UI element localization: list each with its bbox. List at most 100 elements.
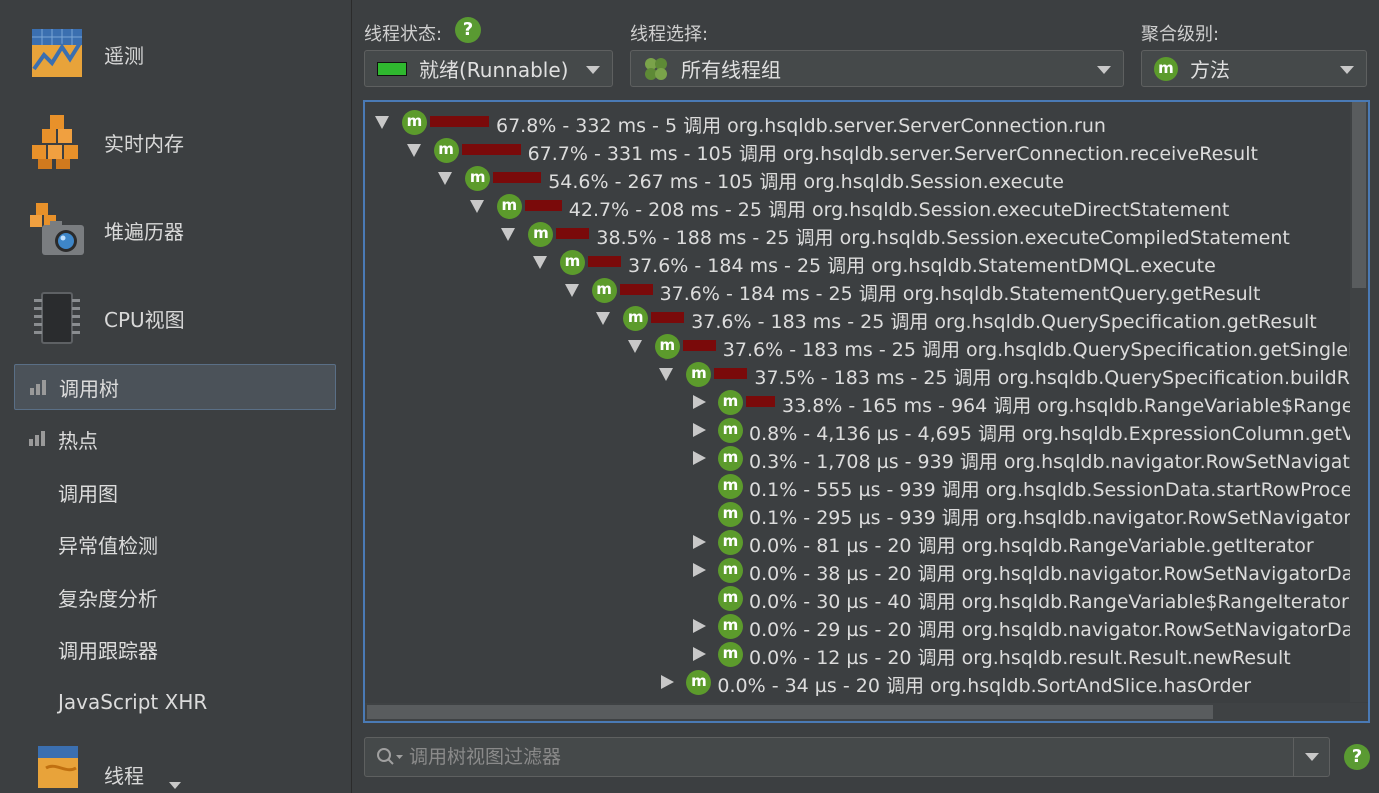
thread-state-value: 就绪(Runnable) [419,58,569,82]
expanded-toggle-icon[interactable] [596,312,611,325]
tree-row-label: 54.6% - 267 ms - 105 调用 org.hsqldb.Sessi… [548,171,1064,193]
collapsed-toggle-icon[interactable] [693,535,706,549]
tree-row-label: 0.0% - 29 µs - 20 调用 org.hsqldb.navigato… [749,619,1370,641]
expanded-toggle-icon[interactable] [438,172,453,185]
tree-row-label: 0.8% - 4,136 µs - 4,695 调用 org.hsqldb.Ex… [749,423,1370,445]
thread-selection-select[interactable]: 所有线程组 [630,50,1124,87]
percentage-bar [651,312,685,323]
tree-row[interactable]: m 37.5% - 183 ms - 25 调用 org.hsqldb.Query… [365,360,1368,389]
sidebar-item-call-tree[interactable]: 调用树 [14,364,336,410]
tree-row[interactable]: m 0.0% - 34 µs - 20 调用 org.hsqldb.SortAnd… [365,668,1368,697]
heap-walker-icon [30,203,84,255]
tree-row[interactable]: m 67.7% - 331 ms - 105 调用 org.hsqldb.serv… [365,136,1368,165]
vertical-scrollbar-thumb[interactable] [1352,102,1366,288]
method-icon: m [496,194,522,219]
search-icon[interactable] [375,747,405,767]
method-icon: m [528,222,554,247]
method-icon: m [654,334,680,359]
tree-row[interactable]: m 0.0% - 29 µs - 20 调用 org.hsqldb.navigat… [365,612,1370,641]
vertical-scrollbar[interactable] [1350,102,1368,702]
percentage-bar [714,368,748,379]
expanded-toggle-icon[interactable] [406,144,421,157]
tree-row[interactable]: m 37.6% - 183 ms - 25 调用 org.hsqldb.Query… [365,304,1368,333]
tree-row[interactable]: m 67.8% - 332 ms - 5 调用 org.hsqldb.server… [365,108,1368,137]
collapsed-toggle-icon[interactable] [693,563,706,577]
help-icon[interactable]: ? [455,17,481,43]
sidebar-item-cpu-views[interactable]: CPU视图 [0,278,352,358]
sidebar-item-label: 调用树 [59,376,119,401]
collapsed-toggle-icon[interactable] [693,647,706,661]
expanded-toggle-icon[interactable] [659,368,674,381]
tree-row[interactable]: m 0.0% - 30 µs - 40 调用 org.hsqldb.RangeVa… [365,584,1370,613]
tree-row[interactable]: m 0.8% - 4,136 µs - 4,695 调用 org.hsqldb.E… [365,416,1370,445]
aggregation-level-select[interactable]: m 方法 [1141,50,1367,87]
sidebar-item-outlier-detection[interactable]: 异常值检测 [14,521,336,567]
tree-row-label: 0.0% - 12 µs - 20 调用 org.hsqldb.result.R… [749,647,1291,669]
thread-selection-label: 线程选择: [630,24,709,45]
tree-row-label: 37.6% - 183 ms - 25 调用 org.hsqldb.QueryS… [722,339,1370,361]
sidebar-item-complexity-analysis[interactable]: 复杂度分析 [14,574,336,620]
filter-history-dropdown[interactable] [1293,738,1329,776]
tree-row-label: 38.5% - 188 ms - 25 调用 org.hsqldb.Sessio… [596,227,1290,249]
sidebar-item-label: 热点 [58,428,98,453]
expanded-toggle-icon[interactable] [501,228,516,241]
method-icon: m [623,306,649,331]
bar-chart-icon [29,431,45,446]
expanded-toggle-icon[interactable] [375,116,389,129]
tree-row-label: 0.3% - 1,708 µs - 939 调用 org.hsqldb.navi… [749,451,1370,473]
expanded-toggle-icon[interactable] [533,256,547,269]
sidebar-item-label: 堆遍历器 [104,219,184,244]
method-icon: m [718,586,743,611]
tree-row[interactable]: m 0.0% - 12 µs - 20 调用 org.hsqldb.result.… [365,640,1368,669]
tree-row[interactable]: m 37.6% - 184 ms - 25 调用 org.hsqldb.State… [365,248,1368,277]
method-icon: m [718,614,743,639]
tree-row-label: 37.6% - 183 ms - 25 调用 org.hsqldb.QueryS… [691,311,1317,333]
filter-help-icon[interactable]: ? [1344,744,1370,770]
sidebar: 遥测 实时内存 堆遍历器 CPU视图 调用树 热点 调用图 异常值检测 复杂度分… [0,0,352,793]
collapsed-toggle-icon[interactable] [693,395,706,409]
sidebar-item-javascript-xhr[interactable]: JavaScript XHR [14,679,336,725]
sidebar-item-call-graph[interactable]: 调用图 [14,469,336,515]
sidebar-item-label: 线程 [104,764,144,788]
sidebar-item-label: CPU视图 [104,307,185,332]
tree-row[interactable]: m 0.1% - 295 µs - 939 调用 org.hsqldb.navig… [365,500,1368,529]
horizontal-scrollbar[interactable] [365,703,1368,721]
percentage-bar [556,228,590,239]
tree-row[interactable]: m 33.8% - 165 ms - 964 调用 org.hsqldb.Rang… [365,388,1368,417]
chevron-down-icon [1305,753,1319,761]
tree-row[interactable]: m 54.6% - 267 ms - 105 调用 org.hsqldb.Sess… [365,164,1368,193]
call-tree[interactable]: m 67.8% - 332 ms - 5 调用 org.hsqldb.server… [363,100,1370,723]
collapsed-toggle-icon[interactable] [693,423,706,437]
sidebar-item-hot-spots[interactable]: 热点 [14,416,336,462]
thread-group-icon [645,57,667,80]
sidebar-scroll-down-icon[interactable] [169,782,181,789]
tree-row[interactable]: m 0.0% - 81 µs - 20 调用 org.hsqldb.RangeVa… [365,528,1368,557]
thread-state-select[interactable]: 就绪(Runnable) [364,50,613,87]
tree-row-label: 0.0% - 30 µs - 40 调用 org.hsqldb.RangeVar… [749,591,1370,613]
horizontal-scrollbar-thumb[interactable] [367,705,1213,719]
call-tree-filter-input[interactable] [409,742,1279,772]
tree-row[interactable]: m 37.6% - 184 ms - 25 调用 org.hsqldb.State… [365,276,1368,305]
method-icon: m [718,390,743,415]
collapsed-toggle-icon[interactable] [693,619,706,633]
collapsed-toggle-icon[interactable] [693,451,706,465]
method-icon: m [686,362,712,387]
sidebar-item-call-tracer[interactable]: 调用跟踪器 [14,626,336,672]
collapsed-toggle-icon[interactable] [661,675,675,689]
tree-row[interactable]: m 38.5% - 188 ms - 25 调用 org.hsqldb.Sessi… [365,220,1368,249]
method-icon: m [718,418,743,443]
sidebar-item-heap-walker[interactable]: 堆遍历器 [0,190,352,270]
expanded-toggle-icon[interactable] [627,340,642,353]
expanded-toggle-icon[interactable] [469,200,484,213]
tree-row[interactable]: m 0.1% - 555 µs - 939 调用 org.hsqldb.Sessi… [365,472,1368,501]
expanded-toggle-icon[interactable] [564,284,579,297]
tree-row[interactable]: m 0.0% - 38 µs - 20 调用 org.hsqldb.navigat… [365,556,1368,585]
sidebar-item-label: 调用跟踪器 [58,638,158,663]
method-icon: m [718,530,743,555]
percentage-bar [619,284,653,295]
tree-row[interactable]: m 42.7% - 208 ms - 25 调用 org.hsqldb.Sessi… [365,192,1368,221]
sidebar-item-telemetry[interactable]: 遥测 [0,14,352,94]
sidebar-item-live-memory[interactable]: 实时内存 [0,102,352,182]
tree-row[interactable]: m 37.6% - 183 ms - 25 调用 org.hsqldb.Query… [365,332,1370,361]
tree-row[interactable]: m 0.3% - 1,708 µs - 939 调用 org.hsqldb.nav… [365,444,1370,473]
